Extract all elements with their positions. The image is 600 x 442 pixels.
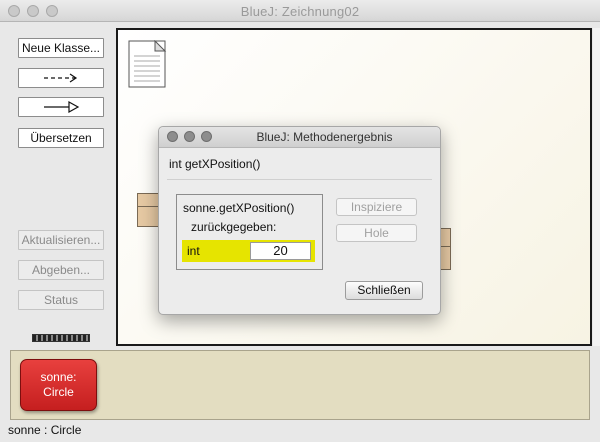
method-signature: int getXPosition() — [169, 157, 261, 171]
machine-activity-indicator — [32, 334, 90, 342]
submit-button[interactable]: Abgeben... — [18, 260, 104, 280]
close-dialog-button[interactable]: Schließen — [345, 281, 423, 300]
compile-button[interactable]: Übersetzen — [18, 128, 104, 148]
uses-arrow-button[interactable] — [18, 68, 104, 88]
object-class: Circle — [43, 385, 74, 399]
result-type: int — [187, 244, 200, 258]
refresh-button[interactable]: Aktualisieren... — [18, 230, 104, 250]
inheritance-arrow-icon — [44, 101, 80, 113]
object-name: sonne: — [40, 370, 77, 384]
readme-document-icon[interactable] — [128, 39, 168, 90]
window-titlebar: BlueJ: Zeichnung02 — [0, 0, 600, 22]
inspect-button[interactable]: Inspiziere — [336, 198, 417, 216]
dialog-close-icon[interactable] — [167, 131, 178, 142]
result-value[interactable]: 20 — [250, 242, 311, 260]
result-panel: sonne.getXPosition() zurückgegeben: int … — [176, 194, 323, 270]
dialog-minimize-icon[interactable] — [184, 131, 195, 142]
returned-label: zurückgegeben: — [191, 220, 277, 234]
status-button[interactable]: Status — [18, 290, 104, 310]
new-class-button[interactable]: Neue Klasse... — [18, 38, 104, 58]
dialog-separator — [167, 179, 432, 180]
dialog-titlebar: BlueJ: Methodenergebnis — [159, 127, 440, 148]
inheritance-arrow-button[interactable] — [18, 97, 104, 117]
method-result-dialog: BlueJ: Methodenergebnis int getXPosition… — [158, 126, 441, 315]
get-button[interactable]: Hole — [336, 224, 417, 242]
dashed-arrow-icon — [44, 73, 78, 83]
result-row[interactable]: int 20 — [182, 240, 315, 262]
window-title: BlueJ: Zeichnung02 — [240, 4, 360, 19]
object-bench[interactable] — [10, 350, 590, 420]
document-icon — [128, 39, 167, 88]
diagram-scrollbar[interactable] — [593, 28, 600, 346]
call-expression: sonne.getXPosition() — [183, 201, 295, 215]
object-instance-sonne[interactable]: sonne: Circle — [20, 359, 97, 411]
dialog-title: BlueJ: Methodenergebnis — [256, 130, 393, 144]
status-message: sonne : Circle — [8, 423, 82, 437]
